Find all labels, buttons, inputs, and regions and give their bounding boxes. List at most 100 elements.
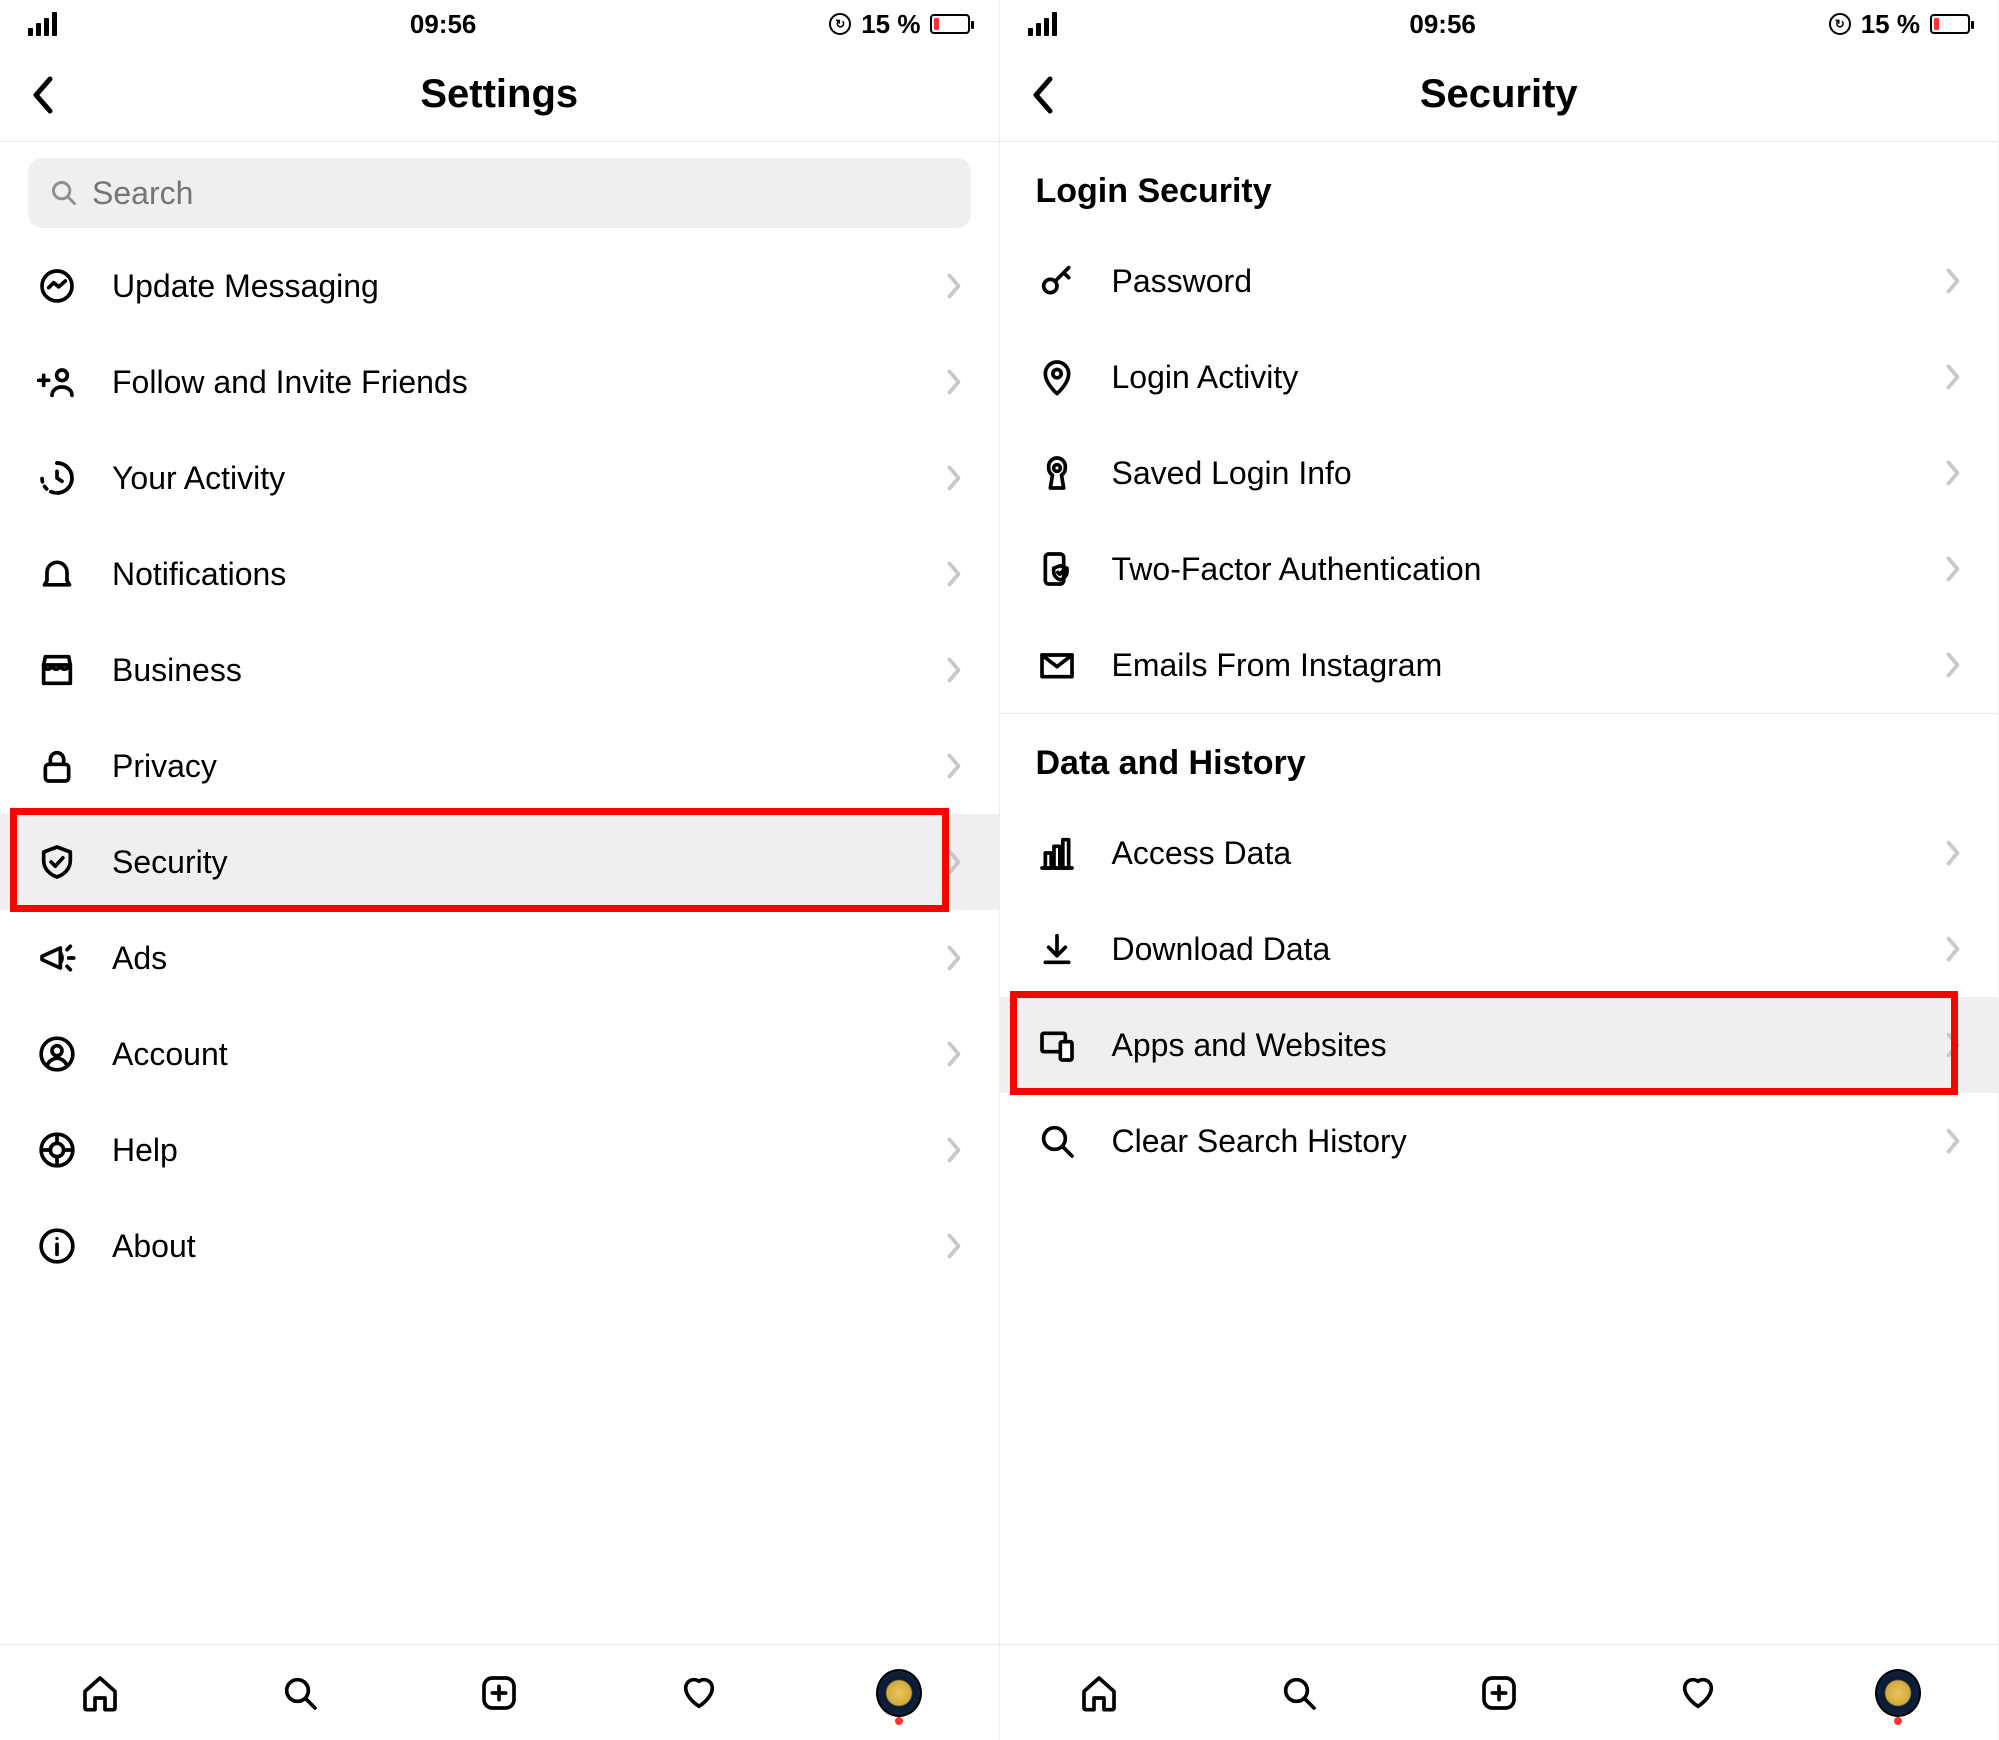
chevron-right-icon: [945, 751, 963, 781]
search-input[interactable]: [92, 175, 949, 212]
row-label: Apps and Websites: [1112, 1027, 1945, 1064]
security-row-apps-and-websites[interactable]: Apps and Websites: [1000, 997, 1999, 1093]
security-content: Login Security Password Login Activity S…: [1000, 142, 1999, 1644]
key-icon: [1036, 260, 1078, 302]
settings-row-help[interactable]: Help: [0, 1102, 999, 1198]
home-icon: [80, 1673, 120, 1713]
section-title: Data and History: [1000, 714, 1999, 805]
add-friend-icon: [36, 361, 78, 403]
security-row-download-data[interactable]: Download Data: [1000, 901, 1999, 997]
tab-search[interactable]: [277, 1670, 323, 1716]
security-row-two-factor-authentication[interactable]: Two-Factor Authentication: [1000, 521, 1999, 617]
row-label: About: [112, 1228, 945, 1265]
info-icon: [36, 1225, 78, 1267]
settings-row-update-messaging[interactable]: Update Messaging: [0, 238, 999, 334]
chevron-right-icon: [1944, 458, 1962, 488]
tab-activity[interactable]: [676, 1670, 722, 1716]
page-title: Settings: [420, 72, 578, 117]
chevron-right-icon: [1944, 650, 1962, 680]
chevron-right-icon: [1944, 554, 1962, 584]
activity-clock-icon: [36, 457, 78, 499]
tab-search[interactable]: [1276, 1670, 1322, 1716]
person-circle-icon: [37, 1034, 77, 1074]
info-icon: [37, 1226, 77, 1266]
row-label: Emails From Instagram: [1112, 647, 1945, 684]
lock-icon: [37, 746, 77, 786]
lifebuoy-icon: [37, 1130, 77, 1170]
settings-row-account[interactable]: Account: [0, 1006, 999, 1102]
row-label: Download Data: [1112, 931, 1945, 968]
chevron-right-icon: [1944, 934, 1962, 964]
settings-row-security[interactable]: Security: [0, 814, 999, 910]
orientation-lock-icon: ↻: [829, 13, 851, 35]
tab-home[interactable]: [77, 1670, 123, 1716]
settings-row-about[interactable]: About: [0, 1198, 999, 1294]
settings-row-notifications[interactable]: Notifications: [0, 526, 999, 622]
search-input-container[interactable]: [28, 158, 971, 228]
chevron-right-icon: [945, 847, 963, 877]
chevron-left-icon: [30, 75, 54, 115]
chevron-right-icon: [1944, 650, 1962, 680]
download-icon: [1036, 928, 1078, 970]
row-label: Two-Factor Authentication: [1112, 551, 1945, 588]
chevron-right-icon: [945, 559, 963, 589]
battery-percentage: 15 %: [1861, 9, 1920, 40]
chevron-right-icon: [945, 943, 963, 973]
devices-icon: [1036, 1024, 1078, 1066]
tab-new[interactable]: [1476, 1670, 1522, 1716]
settings-row-ads[interactable]: Ads: [0, 910, 999, 1006]
tab-new[interactable]: [476, 1670, 522, 1716]
tab-profile[interactable]: [1875, 1670, 1921, 1716]
back-button[interactable]: [28, 81, 56, 109]
phone-shield-icon: [1037, 549, 1077, 589]
magnifier-icon: [1279, 1673, 1319, 1713]
chevron-right-icon: [945, 1135, 963, 1165]
settings-row-privacy[interactable]: Privacy: [0, 718, 999, 814]
bottom-tab-bar: [0, 1644, 999, 1740]
chevron-right-icon: [945, 1231, 963, 1261]
tab-profile[interactable]: [876, 1670, 922, 1716]
status-bar: 09:56 ↻ 15 %: [0, 0, 999, 48]
security-row-password[interactable]: Password: [1000, 233, 1999, 329]
plus-square-icon: [1479, 1673, 1519, 1713]
keyhole-icon: [1037, 453, 1077, 493]
location-pin-icon: [1036, 356, 1078, 398]
plus-square-icon: [479, 1673, 519, 1713]
battery-icon: [1930, 14, 1970, 34]
status-time: 09:56: [410, 9, 477, 40]
chevron-right-icon: [1944, 1126, 1962, 1156]
chevron-right-icon: [1944, 458, 1962, 488]
security-row-login-activity[interactable]: Login Activity: [1000, 329, 1999, 425]
tab-activity[interactable]: [1675, 1670, 1721, 1716]
messenger-icon: [37, 266, 77, 306]
settings-row-business[interactable]: Business: [0, 622, 999, 718]
phone-shield-icon: [1036, 548, 1078, 590]
chevron-right-icon: [945, 1231, 963, 1261]
security-row-saved-login-info[interactable]: Saved Login Info: [1000, 425, 1999, 521]
row-label: Login Activity: [1112, 359, 1945, 396]
settings-row-your-activity[interactable]: Your Activity: [0, 430, 999, 526]
security-row-access-data[interactable]: Access Data: [1000, 805, 1999, 901]
chevron-right-icon: [1944, 362, 1962, 392]
row-label: Help: [112, 1132, 945, 1169]
battery-icon: [930, 14, 970, 34]
row-label: Your Activity: [112, 460, 945, 497]
chevron-right-icon: [1944, 554, 1962, 584]
home-icon: [1079, 1673, 1119, 1713]
bell-icon: [37, 554, 77, 594]
chevron-right-icon: [945, 463, 963, 493]
key-icon: [1037, 261, 1077, 301]
heart-icon: [679, 1673, 719, 1713]
security-row-clear-search-history[interactable]: Clear Search History: [1000, 1093, 1999, 1189]
chevron-right-icon: [945, 1039, 963, 1069]
back-button[interactable]: [1028, 81, 1056, 109]
page-title: Security: [1420, 72, 1578, 117]
chevron-right-icon: [1944, 266, 1962, 296]
settings-row-follow-and-invite-friends[interactable]: Follow and Invite Friends: [0, 334, 999, 430]
tab-home[interactable]: [1076, 1670, 1122, 1716]
profile-avatar-icon: [876, 1669, 922, 1717]
security-row-emails-from-instagram[interactable]: Emails From Instagram: [1000, 617, 1999, 713]
page-header: Settings: [0, 48, 999, 142]
chevron-right-icon: [1944, 1030, 1962, 1060]
chevron-right-icon: [945, 943, 963, 973]
